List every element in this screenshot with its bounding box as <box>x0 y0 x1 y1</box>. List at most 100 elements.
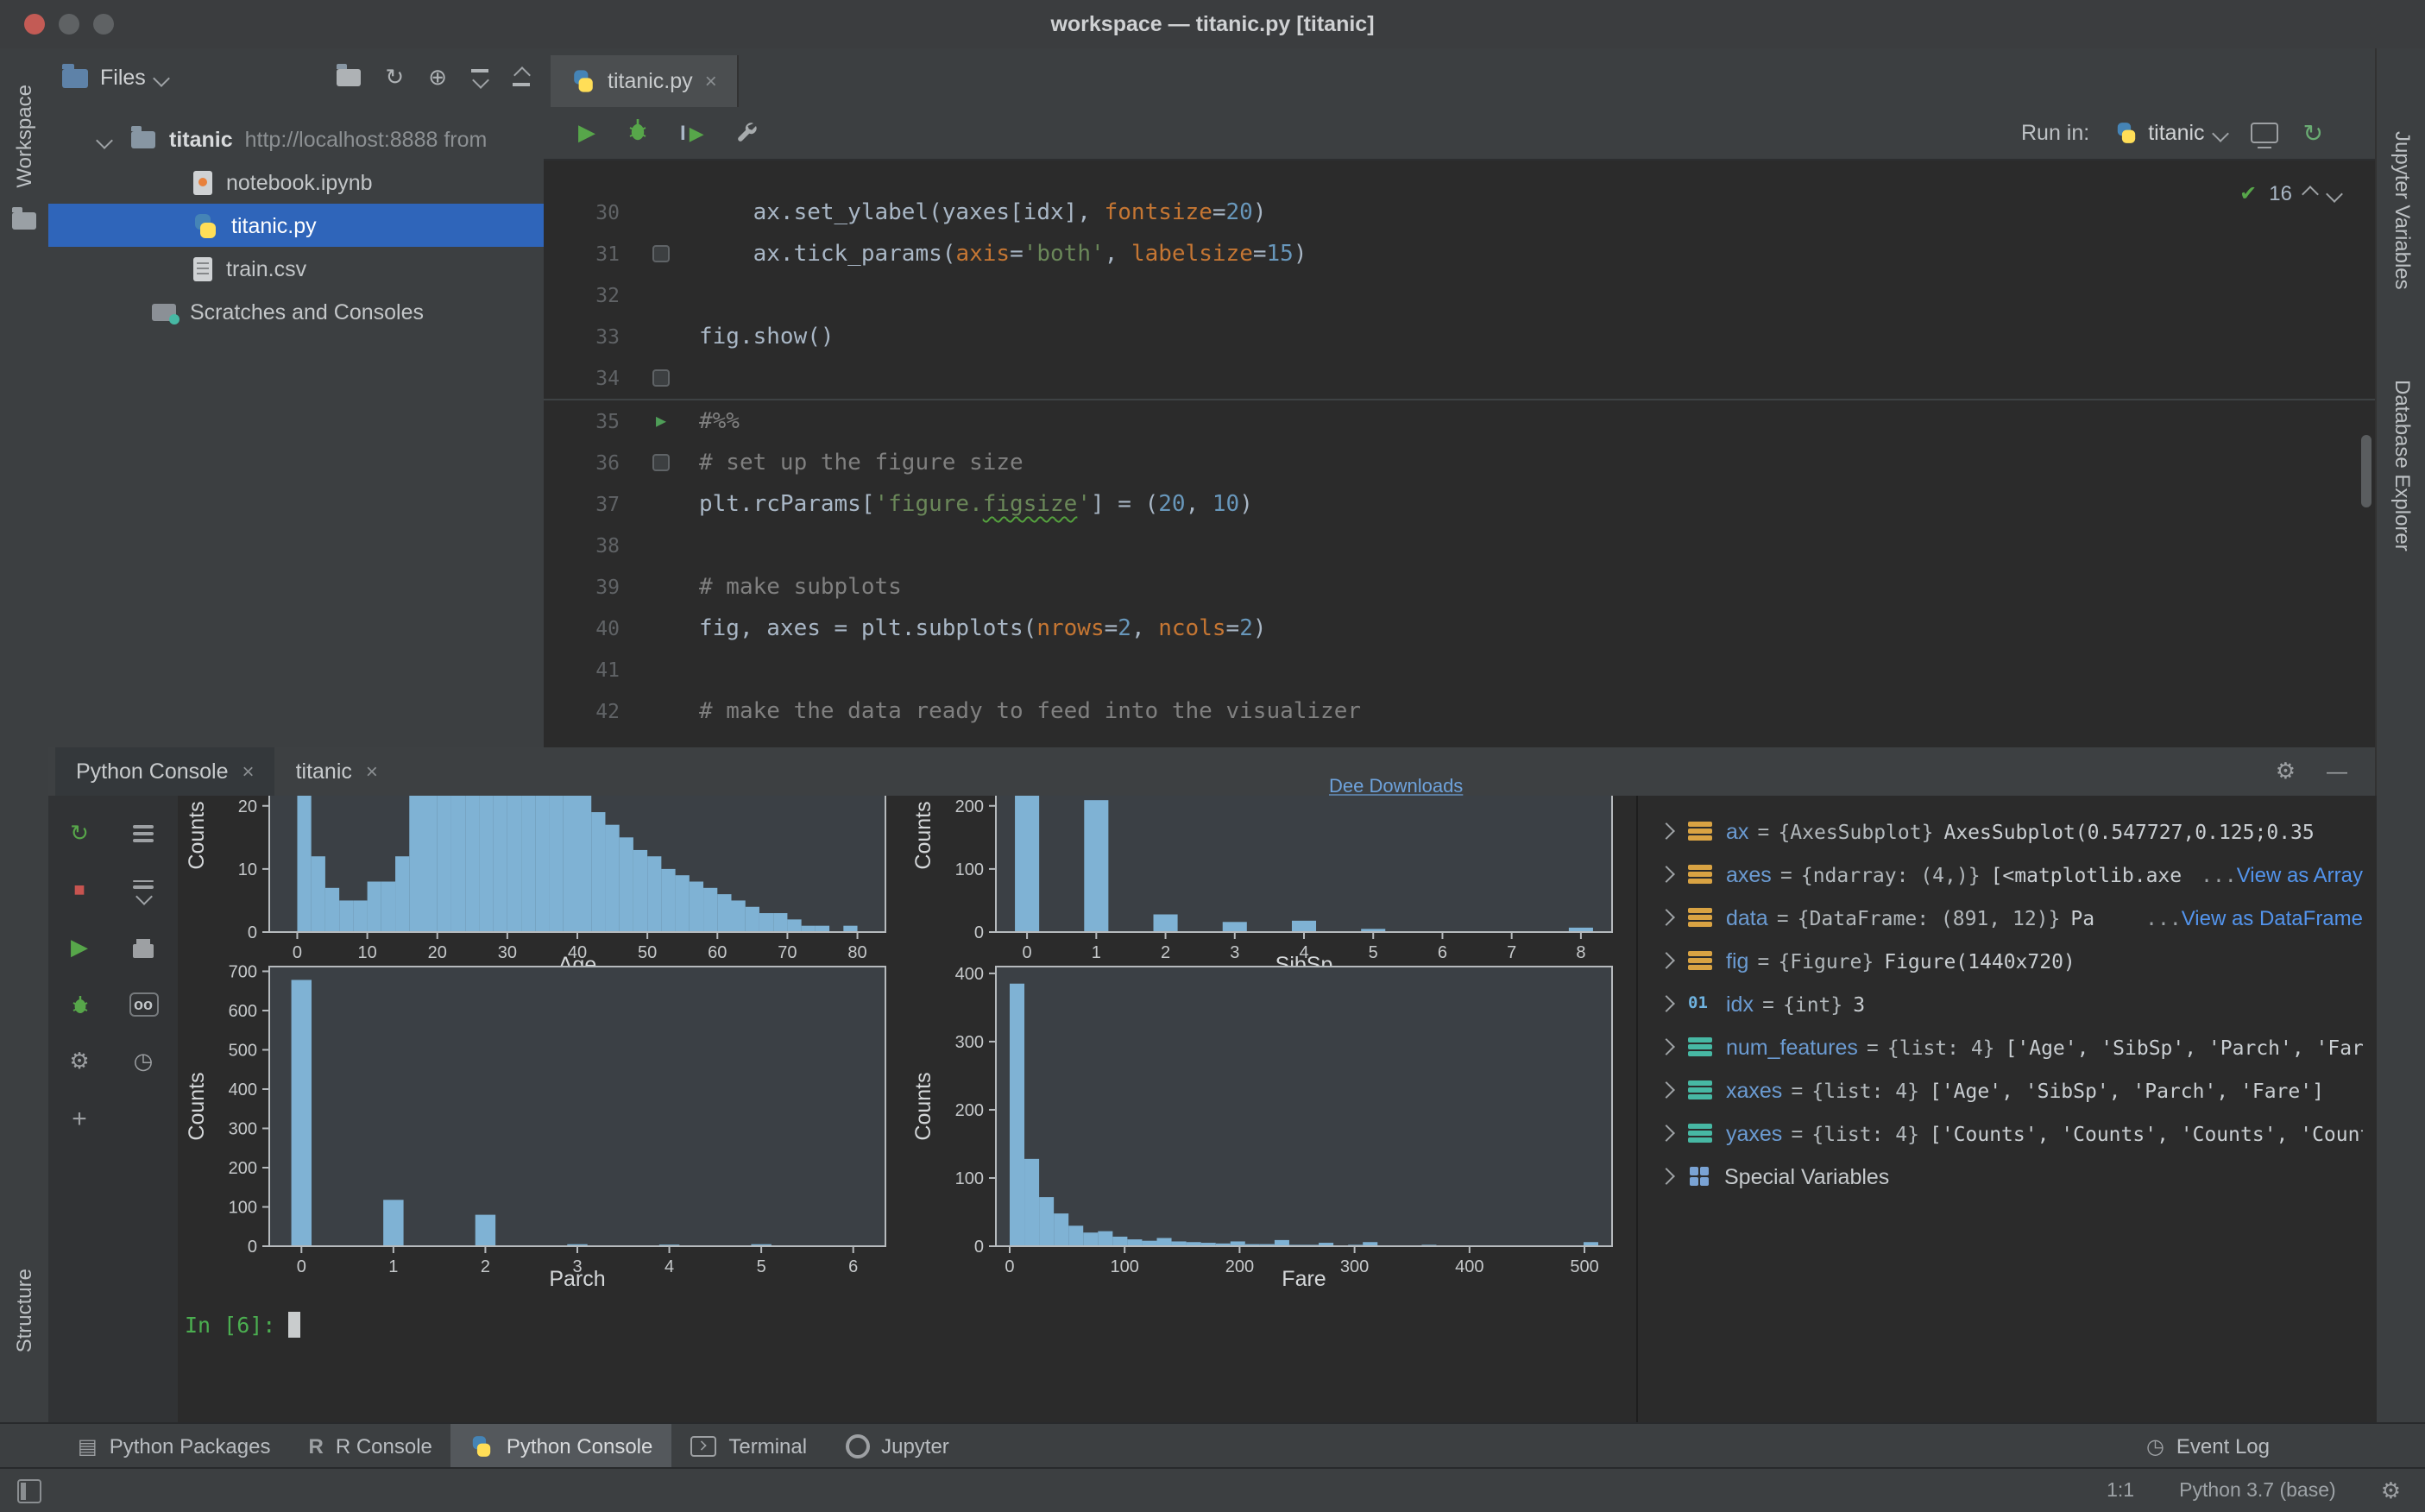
chevron-down-icon[interactable] <box>154 69 171 86</box>
next-problem-icon[interactable] <box>2326 185 2343 202</box>
expand-chevron-icon[interactable] <box>1658 952 1675 969</box>
expand-chevron-icon[interactable] <box>1658 909 1675 926</box>
variable-row-ax[interactable]: ax={AxesSubplot}AxesSubplot(0.547727,0.1… <box>1638 810 2377 853</box>
code-line-38[interactable]: 38 <box>544 525 2375 566</box>
close-tab-icon[interactable]: × <box>366 759 378 784</box>
caret-position[interactable]: 1:1 <box>2107 1480 2134 1501</box>
close-tab-icon[interactable]: × <box>705 69 717 93</box>
debug-button[interactable] <box>625 117 651 148</box>
hide-console-icon[interactable]: — <box>2327 759 2347 784</box>
collapse-all-button[interactable] <box>513 69 530 85</box>
files-toolwindow-icon[interactable] <box>12 212 36 230</box>
scroll-to-end-icon[interactable] <box>126 873 161 908</box>
code-editor[interactable]: 30 ax.set_ylabel(yaxes[idx], fontsize=20… <box>544 161 2375 778</box>
files-view-selector[interactable]: Files <box>100 66 146 90</box>
console-options-gear-icon[interactable]: ⚙ <box>62 1044 97 1079</box>
tree-item-scratches[interactable]: Scratches and Consoles <box>48 290 544 333</box>
variable-row-fig[interactable]: fig={Figure}Figure(1440x720) <box>1638 939 2377 982</box>
history-clock-icon[interactable]: ◷ <box>126 1044 161 1079</box>
tool-strip-database-explorer[interactable]: Database Explorer <box>2390 380 2415 551</box>
status-gear-icon[interactable]: ⚙ <box>2381 1477 2401 1504</box>
expand-chevron-icon[interactable] <box>1658 1168 1675 1185</box>
profile-button[interactable]: I ▶ <box>680 121 704 145</box>
code-line-40[interactable]: 40fig, axes = plt.subplots(nrows=2, ncol… <box>544 608 2375 649</box>
code-line-31[interactable]: 31 ax.tick_params(axis='both', labelsize… <box>544 233 2375 274</box>
console-prompt-line[interactable]: In [6]: <box>185 1312 1685 1338</box>
run-cell-icon[interactable]: ▶ <box>644 412 678 431</box>
tool-strip-workspace[interactable]: Workspace <box>12 85 36 188</box>
tree-item-train-csv[interactable]: train.csv <box>48 247 544 290</box>
rerun-console-button[interactable]: ↻ <box>62 816 97 851</box>
new-console-button[interactable]: + <box>62 1101 97 1136</box>
tool-strip-jupyter-variables[interactable]: Jupyter Variables <box>2390 131 2415 290</box>
tab-titanic-py[interactable]: titanic.py × <box>551 55 740 107</box>
view-as-link[interactable]: View as DataFrame <box>2182 905 2363 929</box>
toolwindow-python-console[interactable]: Python Console <box>451 1423 671 1468</box>
code-line-35[interactable]: 35▶#%% <box>544 399 2375 442</box>
show-variables-toggle[interactable]: oo <box>126 987 161 1022</box>
tab-titanic-console[interactable]: titanic × <box>275 747 399 796</box>
code-line-30[interactable]: 30 ax.set_ylabel(yaxes[idx], fontsize=20… <box>544 192 2375 233</box>
toolwindow-jupyter[interactable]: Jupyter <box>826 1423 968 1468</box>
svg-text:1: 1 <box>388 1257 398 1276</box>
event-log-button[interactable]: ◷ Event Log <box>2127 1423 2425 1468</box>
expand-chevron-icon[interactable] <box>1658 1038 1675 1055</box>
line-number: 31 <box>544 242 644 266</box>
code-line-37[interactable]: 37plt.rcParams['figure.figsize'] = (20, … <box>544 483 2375 525</box>
toolwindow-r-console[interactable]: R R Console <box>290 1423 451 1468</box>
expand-chevron-icon[interactable] <box>1658 995 1675 1012</box>
prev-problem-icon[interactable] <box>2302 185 2319 202</box>
line-number: 38 <box>544 533 644 558</box>
run-target-dropdown[interactable]: titanic <box>2113 121 2227 145</box>
view-as-link[interactable]: View as Array <box>2237 862 2363 886</box>
variable-row-axes[interactable]: axes={ndarray: (4,)}[<matplotlib.axe...V… <box>1638 853 2377 896</box>
soft-wrap-icon[interactable] <box>126 816 161 851</box>
restart-kernel-button[interactable]: ↻ <box>2303 118 2323 148</box>
tree-item-titanic-py[interactable]: titanic.py <box>48 204 544 247</box>
variable-row-xaxes[interactable]: xaxes={list: 4}['Age', 'SibSp', 'Parch',… <box>1638 1068 2377 1112</box>
code-line-42[interactable]: 42# make the data ready to feed into the… <box>544 690 2375 732</box>
code-line-34[interactable]: 34 <box>544 357 2375 399</box>
troubleshoot-button[interactable] <box>734 118 758 148</box>
code-line-36[interactable]: 36# set up the figure size <box>544 442 2375 483</box>
toolwindow-switcher-icon[interactable] <box>17 1478 41 1503</box>
tree-item-notebook[interactable]: notebook.ipynb <box>48 161 544 204</box>
stop-button[interactable]: ■ <box>62 873 97 908</box>
close-tab-icon[interactable]: × <box>243 759 255 784</box>
toolwindow-terminal[interactable]: Terminal <box>671 1423 826 1468</box>
code-line-39[interactable]: 39# make subplots <box>544 566 2375 608</box>
inspections-widget[interactable]: ✔ 16 <box>2239 181 2340 205</box>
sync-button[interactable]: ↻ <box>385 64 404 91</box>
code-line-41[interactable]: 41 <box>544 649 2375 690</box>
expand-chevron-icon[interactable] <box>1658 1125 1675 1142</box>
console-output[interactable]: 010203040506070800102030405060AgeCounts0… <box>178 796 1685 1422</box>
new-folder-button[interactable] <box>337 65 361 91</box>
expand-chevron-icon[interactable] <box>1658 866 1675 883</box>
check-icon: ✔ <box>2239 181 2257 205</box>
tool-strip-structure[interactable]: Structure <box>12 1269 36 1352</box>
variable-row-idx[interactable]: 01idx={int}3 <box>1638 982 2377 1025</box>
toolwindow-python-packages[interactable]: ▤ Python Packages <box>59 1423 290 1468</box>
expand-all-button[interactable] <box>471 69 488 85</box>
tab-python-console[interactable]: Python Console × <box>55 747 275 796</box>
code-line-33[interactable]: 33fig.show() <box>544 316 2375 357</box>
code-line-32[interactable]: 32 <box>544 274 2375 316</box>
expand-chevron-icon[interactable] <box>1658 822 1675 840</box>
tree-item-titanic[interactable]: titanic http://localhost:8888 from <box>48 117 544 161</box>
run-button[interactable]: ▶ <box>578 119 595 147</box>
variable-row-yaxes[interactable]: yaxes={list: 4}['Counts', 'Counts', 'Cou… <box>1638 1112 2377 1155</box>
print-icon[interactable] <box>126 930 161 965</box>
interpreter-selector[interactable]: Python 3.7 (base) <box>2179 1480 2336 1501</box>
expand-chevron-icon[interactable] <box>1658 1081 1675 1099</box>
list-variable-icon <box>1688 1038 1712 1056</box>
console-settings-gear-icon[interactable]: ⚙ <box>2276 758 2296 785</box>
editor-scrollbar[interactable] <box>2361 435 2371 507</box>
execute-button[interactable]: ▶ <box>62 930 97 965</box>
show-in-window-button[interactable] <box>2252 123 2279 143</box>
locate-file-button[interactable]: ⊕ <box>428 64 447 91</box>
expand-chevron-icon[interactable] <box>96 131 113 148</box>
variable-row-special-variables[interactable]: Special Variables <box>1638 1155 2377 1198</box>
variable-row-num-features[interactable]: num_features={list: 4}['Age', 'SibSp', '… <box>1638 1025 2377 1068</box>
variable-row-data[interactable]: data={DataFrame: (891, 12)}Pa...View as … <box>1638 896 2377 939</box>
attach-debugger-button[interactable] <box>62 987 97 1022</box>
